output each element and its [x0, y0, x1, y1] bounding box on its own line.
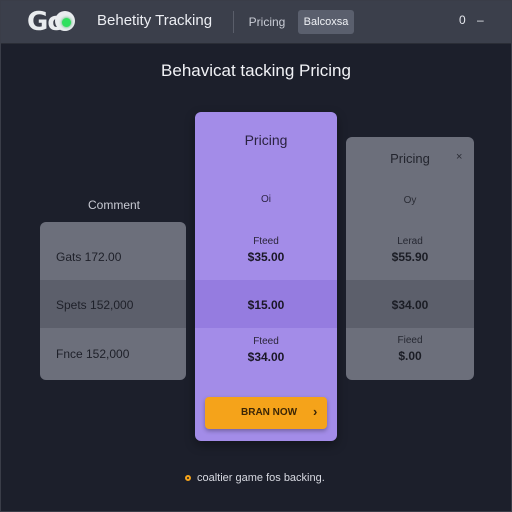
bullet-icon	[185, 475, 191, 482]
window-controls: 0 –	[459, 13, 484, 27]
header-divider	[233, 11, 234, 33]
right-row2-price: $34.00	[391, 298, 429, 312]
right-row1-price: $55.90	[391, 250, 429, 264]
right-plan-subtitle: Oy	[403, 195, 417, 206]
window-control-minimize[interactable]: –	[477, 13, 484, 27]
left-plan-label: Comment	[88, 198, 141, 212]
plan-card-right[interactable]: Pricing × Oy Lerad $55.90 $34.00 Fieed $…	[346, 137, 474, 380]
right-plan-title: Pricing	[390, 151, 430, 166]
close-icon[interactable]: ×	[456, 151, 462, 163]
featured-row2-price: $15.00	[247, 298, 285, 312]
right-row1-label: Lerad	[397, 236, 423, 247]
left-row-1: Gats 172.00	[56, 250, 122, 264]
featured-row1-price: $35.00	[247, 250, 285, 264]
chevron-right-icon: ›	[313, 404, 318, 419]
footer-text: coaltier game fos backing.	[197, 472, 325, 484]
page-title: Behavicat tacking Pricing	[161, 61, 351, 80]
app-logo[interactable]: Go	[27, 7, 75, 37]
buy-now-label: BRAN NOW	[241, 407, 298, 418]
window-control-circle[interactable]: 0	[459, 13, 466, 27]
plan-card-left[interactable]: Gats 172.00 Spets 152,000 Fnce 152,000	[40, 222, 186, 380]
featured-plan-title: Pricing	[244, 132, 288, 148]
tab-pricing[interactable]: Pricing	[241, 10, 293, 34]
footer-note: coaltier game fos backing.	[185, 472, 325, 484]
featured-row3-label: Fteed	[253, 336, 279, 347]
app-window: Go Behetity Tracking Pricing Balcoxsa 0 …	[0, 0, 512, 512]
plan-card-featured[interactable]: Pricing Oi Fteed $35.00 $15.00 Fteed $34…	[195, 112, 337, 441]
featured-row1-label: Fteed	[253, 236, 279, 247]
featured-plan-subtitle: Oi	[261, 194, 271, 205]
right-row3-price: $.00	[398, 349, 422, 363]
logo-green-dot-icon	[62, 18, 71, 27]
app-title: Behetity Tracking	[97, 12, 213, 29]
left-row-2: Spets 152,000	[56, 298, 134, 312]
top-navigation-bar: Go Behetity Tracking Pricing Balcoxsa 0 …	[1, 1, 511, 44]
buy-now-button[interactable]: BRAN NOW ›	[205, 397, 327, 429]
left-row-3: Fnce 152,000	[56, 347, 130, 361]
right-row3-label: Fieed	[397, 335, 423, 346]
tab-active[interactable]: Balcoxsa	[298, 10, 354, 34]
featured-row3-price: $34.00	[247, 350, 285, 364]
